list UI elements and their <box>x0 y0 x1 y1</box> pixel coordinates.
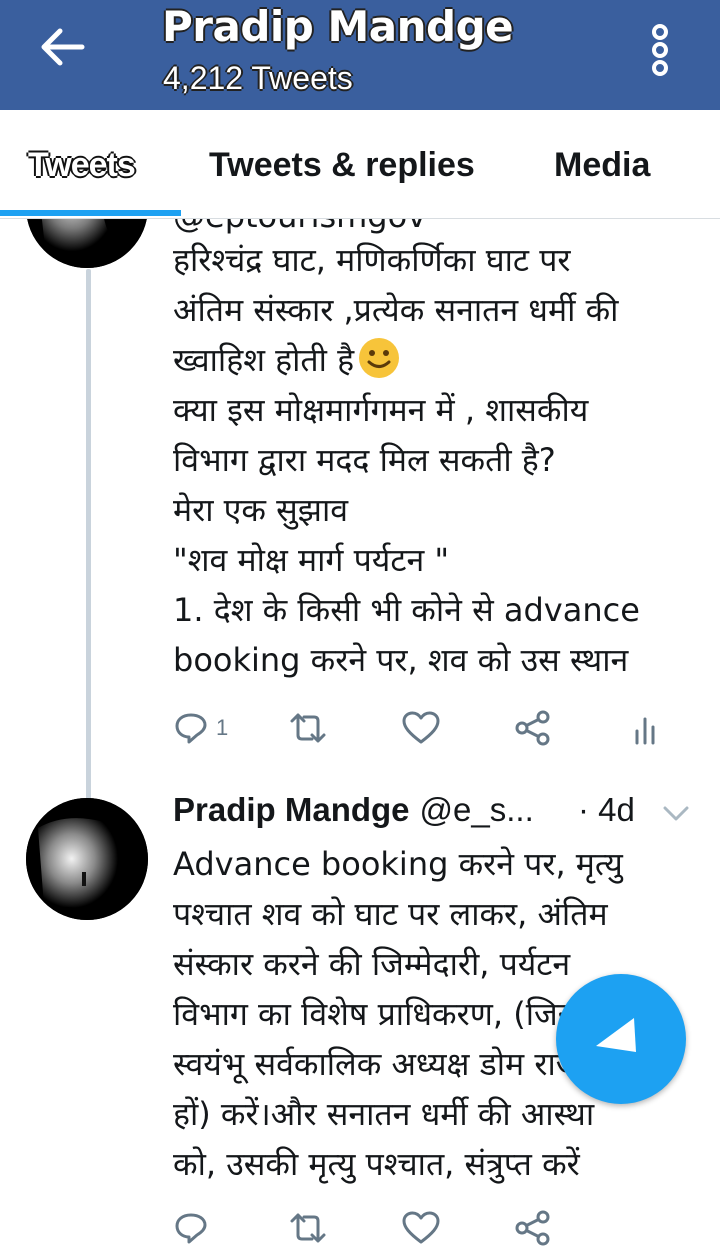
profile-header: Pradip Mandge 4,212 Tweets <box>0 0 720 110</box>
active-tab-indicator <box>0 210 181 216</box>
tweet-timestamp: · 4d <box>578 791 635 828</box>
tweet-line-text: ख्वाहिश होती है <box>173 341 355 379</box>
reply-button[interactable]: 1 <box>174 706 228 750</box>
tweet-line: अंतिम संस्कार ,प्रत्येक सनातन धर्मी की <box>173 291 619 329</box>
tab-tweets-and-replies[interactable]: Tweets & replies <box>209 146 475 185</box>
tweet-line: booking करने पर, शव को उस स्थान <box>173 641 629 679</box>
share-icon <box>515 1210 550 1246</box>
heart-icon <box>402 711 440 744</box>
avatar[interactable] <box>26 798 148 920</box>
tab-media[interactable]: Media <box>554 146 650 185</box>
chevron-down-icon[interactable] <box>663 805 689 823</box>
tweet-line: 1. देश के किसी भी कोने से advance <box>173 591 640 629</box>
like-button[interactable] <box>402 1206 440 1247</box>
back-arrow-icon[interactable] <box>38 24 90 70</box>
tweet-line: क्या इस मोक्षमार्गगमन में , शासकीय <box>173 391 589 429</box>
avatar[interactable] <box>26 219 148 268</box>
tweet-body: हरिश्चंद्र घाट, मणिकर्णिका घाट पर अंतिम … <box>173 235 640 685</box>
like-button[interactable] <box>402 706 440 750</box>
reply-button[interactable] <box>174 1206 208 1247</box>
tweet-line: Advance booking करने पर, मृत्यु <box>173 845 623 883</box>
tweet-line: ख्वाहिश होती है <box>173 335 640 385</box>
reply-icon <box>175 1213 207 1244</box>
author-name[interactable]: Pradip Mandge <box>173 791 410 828</box>
thread-connector <box>86 269 91 811</box>
reply-icon <box>175 713 207 744</box>
tweet-actions <box>174 1206 674 1247</box>
tweet-line: मेरा एक सुझाव <box>173 491 349 529</box>
smiling-face-emoji-icon <box>359 338 400 378</box>
tweet-line: हरिश्चंद्र घाट, मणिकर्णिका घाट पर <box>173 241 571 279</box>
retweet-icon <box>290 1213 326 1243</box>
analytics-icon <box>635 717 655 745</box>
profile-tabs: Tweets Tweets & replies Media <box>0 110 720 219</box>
author-handle[interactable]: @e_s... <box>420 791 534 828</box>
analytics-button[interactable] <box>634 706 660 750</box>
reply-count: 1 <box>216 715 229 740</box>
tweet-line: पश्चात शव को घाट पर लाकर, अंतिम <box>173 895 608 933</box>
more-options-icon[interactable] <box>640 24 680 76</box>
tweet-count: 4,212 Tweets <box>163 60 353 96</box>
compose-tweet-button[interactable] <box>556 974 686 1104</box>
tweet-actions: 1 <box>174 706 674 750</box>
tweet-line: विभाग द्वारा मदद मिल सकती है? <box>173 441 556 479</box>
retweet-icon <box>290 713 326 743</box>
share-icon <box>515 710 550 746</box>
tweet-header: Pradip Mandge @e_s... · 4d <box>173 791 635 829</box>
share-button[interactable] <box>514 706 552 750</box>
share-button[interactable] <box>514 1206 552 1247</box>
compose-icon <box>596 1018 636 1052</box>
retweet-button[interactable] <box>288 1206 328 1247</box>
profile-name: Pradip Mandge <box>162 2 514 51</box>
heart-icon <box>402 1211 440 1244</box>
tweet-mention-cut: @eptourismgov <box>173 219 426 235</box>
retweet-button[interactable] <box>288 706 328 750</box>
tab-tweets[interactable]: Tweets <box>28 146 136 185</box>
tweet-line: को, उसकी मृत्यु पश्चात, संत्रुप्त करें <box>173 1145 580 1183</box>
tweet-line: "शव मोक्ष मार्ग पर्यटन " <box>173 541 450 579</box>
